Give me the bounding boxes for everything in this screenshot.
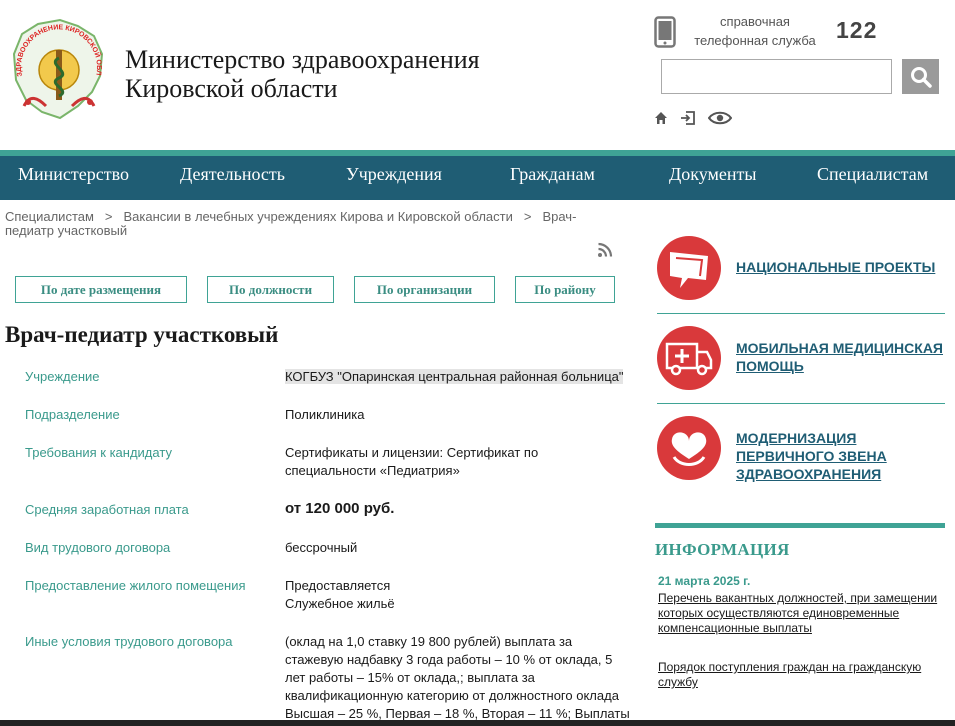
info-accent-bar — [655, 523, 945, 528]
info-title: ИНФОРМАЦИЯ — [655, 540, 790, 559]
help-line2: телефонная служба — [694, 33, 816, 48]
nav-item-specialists[interactable]: Специалистам — [817, 156, 928, 200]
breadcrumb: Специалистам > Вакансии в лечебных учрежде… — [5, 210, 605, 238]
project-national-label: НАЦИОНАЛЬНЫЕ ПРОЕКТЫ — [736, 259, 936, 275]
field-label-salary: Средняя заработная плата — [25, 502, 189, 517]
home-icon[interactable] — [654, 111, 668, 125]
field-label-requirements: Требования к кандидату — [25, 445, 172, 460]
field-label-institution: Учреждение — [25, 369, 100, 384]
ambulance-icon — [657, 326, 721, 390]
breadcrumb-item-vacancies[interactable]: Вакансии в лечебных учреждениях Кирова и… — [124, 209, 513, 224]
breadcrumb-separator: > — [523, 209, 532, 224]
projects-divider — [657, 403, 945, 404]
news-date: 21 марта 2025 г. — [658, 574, 751, 588]
news-link-vacancies[interactable]: Перечень вакантных должностей, при замещ… — [658, 591, 948, 636]
search-button[interactable] — [902, 59, 939, 94]
project-mobile-medical[interactable]: МОБИЛЬНАЯ МЕДИЦИНСКАЯ ПОМОЩЬ — [657, 326, 945, 390]
login-icon[interactable] — [680, 110, 696, 126]
filter-by-date-button[interactable]: По дате размещения — [15, 276, 187, 303]
field-value-salary: от 120 000 руб. — [285, 500, 395, 517]
breadcrumb-separator: > — [104, 209, 113, 224]
institution-name: КОГБУЗ "Опаринская центральная районная … — [285, 369, 624, 384]
filter-by-district-button[interactable]: По району — [515, 276, 615, 303]
field-value-other-conditions: (оклад на 1,0 ставку 19 800 рублей) выпл… — [285, 634, 630, 720]
help-phone-number[interactable]: 122 — [836, 17, 877, 44]
field-label-contract-type: Вид трудового договора — [25, 540, 171, 555]
site-title-line1: Министерство здравоохранения — [125, 45, 480, 74]
rss-icon[interactable] — [597, 242, 613, 258]
projects-divider — [657, 313, 945, 314]
news-link-civil-service[interactable]: Порядок поступления граждан на гражданск… — [658, 660, 948, 690]
nav-item-institutions[interactable]: Учреждения — [346, 156, 442, 200]
field-label-other-conditions: Иные условия трудового договора — [25, 634, 233, 649]
field-value-requirements: Сертификаты и лицензии: Сертификат по сп… — [285, 445, 539, 478]
project-mobile-medical-label: МОБИЛЬНАЯ МЕДИЦИНСКАЯ ПОМОЩЬ — [736, 340, 943, 374]
nav-item-ministry[interactable]: Министерство — [18, 156, 129, 200]
project-national[interactable]: НАЦИОНАЛЬНЫЕ ПРОЕКТЫ — [657, 236, 945, 300]
project-modernization-label: МОДЕРНИЗАЦИЯ ПЕРВИЧНОГО ЗВЕНА ЗДРАВООХРА… — [736, 430, 887, 482]
site-title-line2: Кировской области — [125, 74, 338, 103]
mobile-phone-icon — [654, 16, 676, 48]
nav-item-documents[interactable]: Документы — [669, 156, 757, 200]
site-header: ЗДРАВООХРАНЕНИЕ КИРОВСКОЙ ОБЛАСТИ Минист… — [0, 0, 955, 150]
breadcrumb-item-specialists[interactable]: Специалистам — [5, 209, 94, 224]
accessibility-eye-icon[interactable] — [708, 111, 732, 125]
utility-icons — [654, 107, 732, 129]
ministry-logo[interactable]: ЗДРАВООХРАНЕНИЕ КИРОВСКОЙ ОБЛАСТИ — [8, 14, 108, 126]
field-label-housing: Предоставление жилого помещения — [25, 578, 246, 593]
search-input[interactable] — [661, 59, 892, 94]
flag-icon — [657, 236, 721, 300]
field-label-department: Подразделение — [25, 407, 120, 422]
filter-by-organization-button[interactable]: По организации — [354, 276, 495, 303]
project-modernization[interactable]: МОДЕРНИЗАЦИЯ ПЕРВИЧНОГО ЗВЕНА ЗДРАВООХРА… — [657, 416, 945, 482]
heart-icon — [657, 416, 721, 480]
filter-by-position-button[interactable]: По должности — [207, 276, 334, 303]
field-value-department: Поликлиника — [285, 407, 365, 422]
field-value-housing: Предоставляется Служебное жильё — [285, 578, 395, 611]
vacancy-title: Врач-педиатр участковый — [5, 322, 279, 347]
help-service-label: справочная телефонная служба — [690, 12, 820, 50]
bottom-edge-strip — [0, 720, 955, 726]
main-nav: Министерство Деятельность Учреждения Гра… — [0, 156, 955, 200]
site-title[interactable]: Министерство здравоохранения Кировской о… — [125, 45, 480, 103]
nav-item-activity[interactable]: Деятельность — [180, 156, 285, 200]
field-value-contract-type: бессрочный — [285, 540, 358, 555]
field-value-institution: КОГБУЗ "Опаринская центральная районная … — [285, 368, 630, 386]
search-icon — [910, 66, 932, 88]
help-line1: справочная — [720, 14, 790, 29]
nav-item-citizens[interactable]: Гражданам — [510, 156, 595, 200]
